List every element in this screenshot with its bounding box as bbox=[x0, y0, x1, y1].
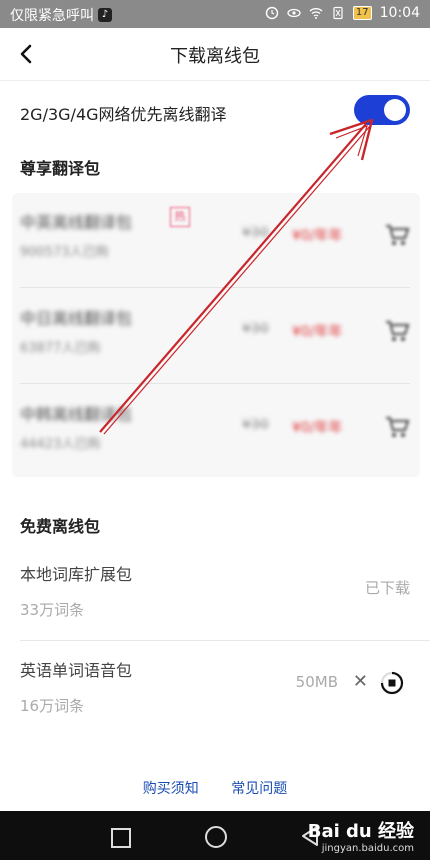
wifi-icon bbox=[309, 8, 323, 19]
premium-section-title: 尊享翻译包 bbox=[20, 159, 101, 178]
divider bbox=[20, 383, 410, 384]
alarm-icon bbox=[265, 6, 279, 20]
free-section-title: 免费离线包 bbox=[20, 517, 101, 536]
eye-icon bbox=[287, 8, 301, 18]
pack-name: 英语单词语音包 bbox=[20, 661, 133, 680]
recent-apps-icon[interactable] bbox=[111, 828, 131, 848]
system-nav-bar: Bai du 经验 jingyan.baidu.com bbox=[0, 811, 430, 860]
tiktok-icon: ♪ bbox=[98, 8, 112, 22]
offline-priority-label: 2G/3G/4G网络优先离线翻译 bbox=[20, 105, 227, 124]
cart-icon[interactable] bbox=[384, 223, 410, 247]
sale-price: ¥0/年年 bbox=[292, 324, 343, 340]
cart-icon[interactable] bbox=[384, 319, 410, 343]
original-price: ¥30 bbox=[242, 321, 269, 337]
pack-entries: 16万词条 bbox=[20, 697, 85, 715]
sim-icon bbox=[333, 6, 343, 20]
download-status: 已下载 bbox=[364, 579, 410, 597]
original-price: ¥30 bbox=[242, 417, 269, 433]
divider bbox=[20, 287, 410, 288]
pack-name: 中韩离线翻译包 bbox=[20, 405, 133, 424]
sale-price: ¥0/年年 bbox=[292, 420, 343, 436]
faq-link[interactable]: 常见问题 bbox=[231, 781, 287, 797]
premium-pack-item[interactable]: 中日离线翻译包 63877人已购 ¥30 ¥0/年年 bbox=[20, 291, 410, 379]
cart-icon[interactable] bbox=[384, 415, 410, 439]
watermark: Bai du 经验 jingyan.baidu.com bbox=[308, 817, 414, 854]
purchase-notes-link[interactable]: 购买须知 bbox=[143, 781, 199, 797]
footer-links: 购买须知 常见问题 bbox=[0, 778, 430, 798]
sale-price: ¥0/年年 bbox=[292, 228, 343, 244]
pack-buyers: 900573人已购 bbox=[20, 245, 109, 260]
pack-name: 中英离线翻译包 bbox=[20, 213, 133, 232]
battery-indicator: 17 bbox=[352, 6, 372, 20]
offline-priority-toggle[interactable] bbox=[354, 95, 410, 125]
carrier-text: 仅限紧急呼叫 bbox=[10, 8, 94, 24]
pack-name: 中日离线翻译包 bbox=[20, 309, 133, 328]
pack-size: 50MB bbox=[295, 673, 338, 691]
free-pack-item[interactable]: 英语单词语音包 16万词条 50MB ✕ bbox=[20, 641, 410, 737]
watermark-brand: Bai du 经验 bbox=[307, 821, 414, 842]
watermark-url: jingyan.baidu.com bbox=[321, 843, 414, 854]
cancel-download-icon[interactable]: ✕ bbox=[353, 673, 368, 691]
toggle-knob bbox=[384, 99, 406, 121]
premium-pack-item[interactable]: 中英离线翻译包 热 900573人已购 ¥30 ¥0/年年 bbox=[20, 195, 410, 283]
stop-download-icon[interactable] bbox=[380, 671, 404, 695]
premium-pack-card: 中英离线翻译包 热 900573人已购 ¥30 ¥0/年年 中日离线翻译包 63… bbox=[12, 193, 420, 477]
free-pack-item[interactable]: 本地词库扩展包 33万词条 已下载 bbox=[20, 545, 410, 641]
app-header: 下载离线包 bbox=[0, 28, 430, 81]
page-title: 下载离线包 bbox=[170, 46, 260, 67]
pack-name: 本地词库扩展包 bbox=[20, 565, 133, 584]
hot-badge-icon: 热 bbox=[170, 207, 190, 227]
home-icon[interactable] bbox=[205, 826, 227, 848]
original-price: ¥30 bbox=[242, 225, 269, 241]
pack-buyers: 63877人已购 bbox=[20, 341, 101, 356]
clock: 10:04 bbox=[379, 5, 420, 21]
pack-buyers: 44423人已购 bbox=[20, 437, 101, 452]
pack-entries: 33万词条 bbox=[20, 601, 85, 619]
status-bar: 仅限紧急呼叫 ♪ 17 10:04 bbox=[0, 0, 430, 28]
main-content: 2G/3G/4G网络优先离线翻译 尊享翻译包 中英离线翻译包 热 900573人… bbox=[0, 81, 430, 811]
premium-pack-item[interactable]: 中韩离线翻译包 44423人已购 ¥30 ¥0/年年 bbox=[20, 387, 410, 475]
offline-priority-row: 2G/3G/4G网络优先离线翻译 bbox=[20, 95, 410, 131]
